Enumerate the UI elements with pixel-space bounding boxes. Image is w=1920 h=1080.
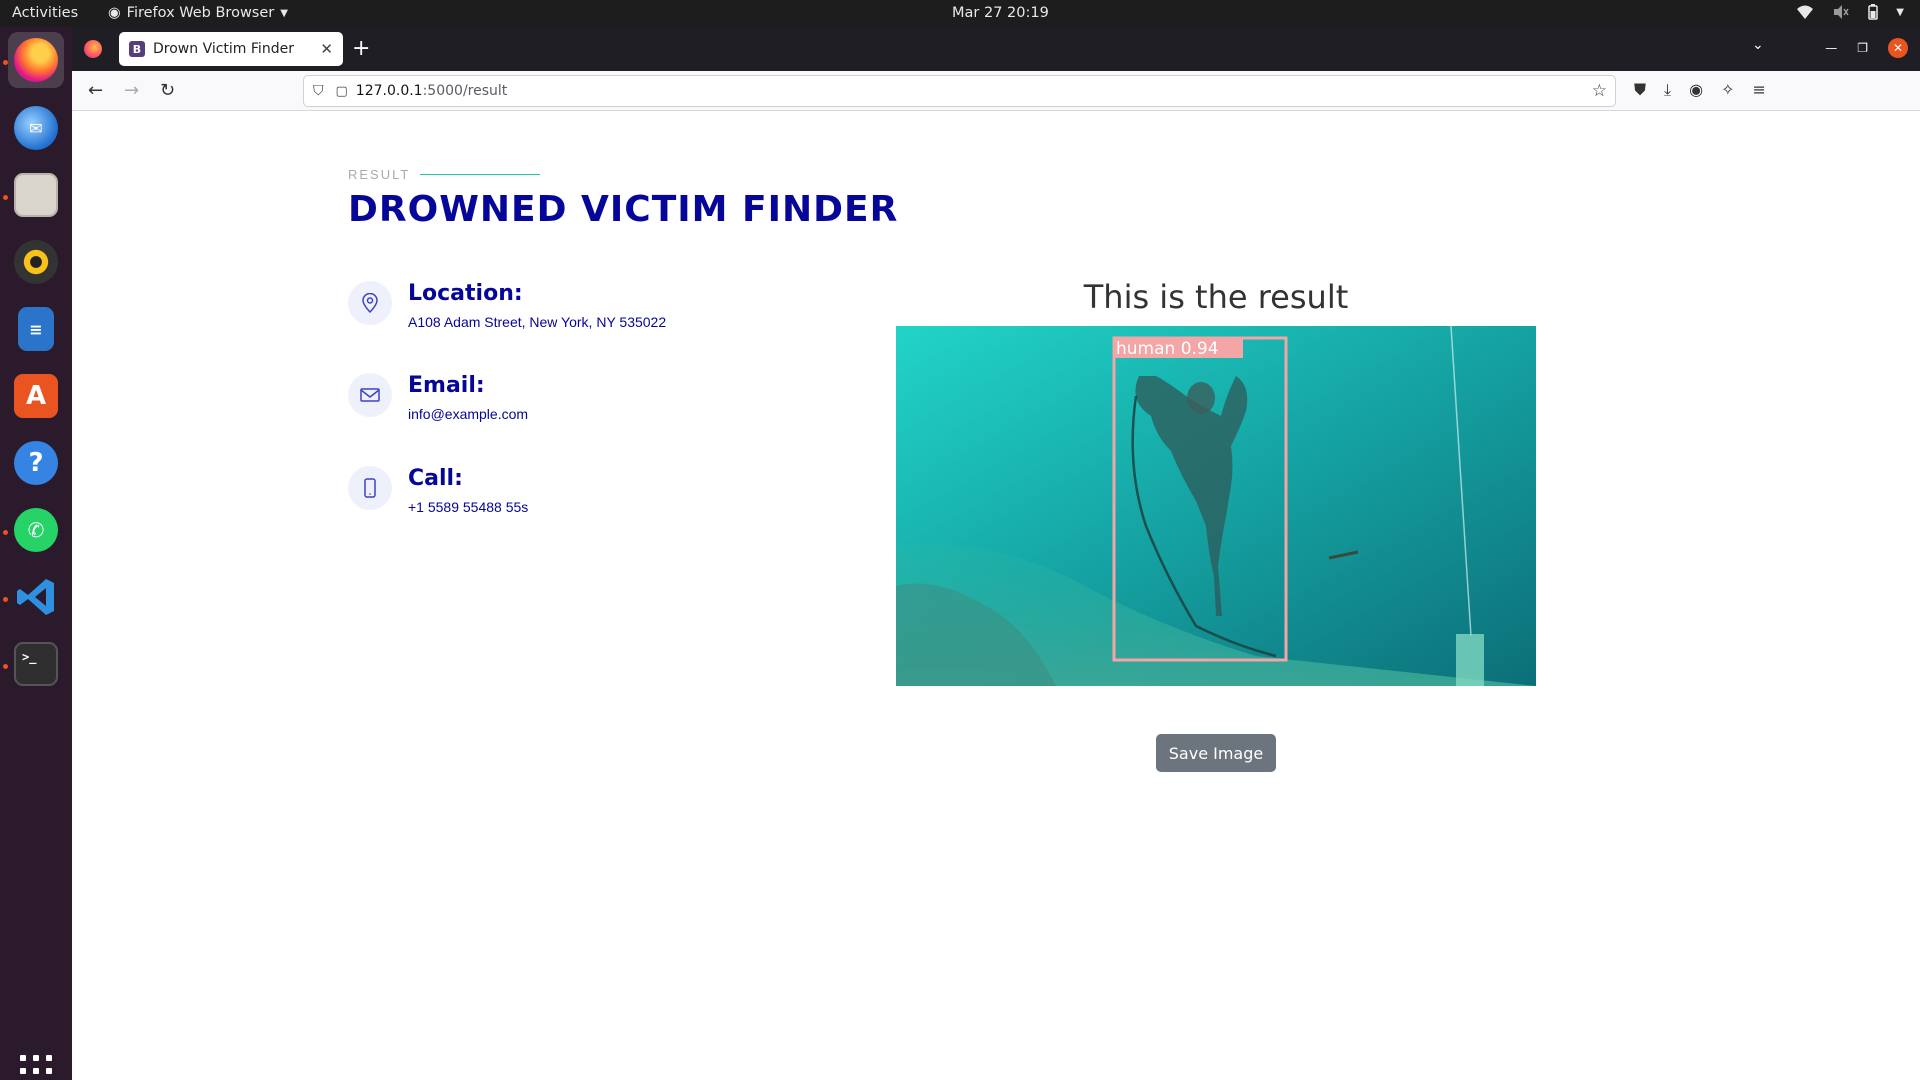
dock-app-center[interactable]: A bbox=[8, 368, 64, 424]
detection-label: human 0.94 bbox=[1116, 339, 1219, 359]
new-tab-plus-icon[interactable]: + bbox=[352, 36, 370, 61]
volume-muted-icon bbox=[1834, 5, 1849, 19]
email-title: Email: bbox=[408, 373, 485, 398]
reload-icon[interactable]: ↻ bbox=[160, 80, 175, 101]
phone-link[interactable]: +1 5589 55488 55s bbox=[408, 499, 528, 515]
email-link[interactable]: info@example.com bbox=[408, 406, 528, 422]
location-title: Location: bbox=[408, 281, 523, 306]
system-top-bar: Activities ◉ Firefox Web Browser ▼ Mar 2… bbox=[0, 0, 1920, 27]
vscode-icon bbox=[17, 579, 54, 615]
dock-vscode[interactable] bbox=[8, 569, 64, 625]
app-menu-label: Firefox Web Browser bbox=[126, 5, 275, 21]
extensions-puzzle-icon[interactable]: ✧ bbox=[1721, 80, 1734, 100]
firefox-icon bbox=[14, 38, 58, 82]
tab-title: Drown Victim Finder bbox=[153, 41, 294, 57]
running-indicator bbox=[3, 195, 8, 200]
terminal-icon: >_ bbox=[14, 642, 58, 686]
section-label-line bbox=[420, 174, 541, 175]
show-apps-grid-icon[interactable] bbox=[20, 1055, 52, 1080]
detection-result-image: human 0.94 bbox=[896, 326, 1536, 686]
hamburger-menu-icon[interactable]: ≡ bbox=[1752, 80, 1765, 100]
dock-firefox[interactable] bbox=[8, 32, 64, 88]
section-label-text: RESULT bbox=[348, 167, 411, 182]
forward-arrow-icon[interactable]: → bbox=[124, 80, 139, 101]
phone-icon bbox=[348, 466, 392, 510]
firefox-small-icon: ◉ bbox=[108, 5, 121, 21]
running-indicator bbox=[3, 530, 8, 535]
dock: ✉ ≡ A ? ✆ >_ bbox=[0, 27, 72, 1080]
browser-tab-bar: B Drown Victim Finder ✕ + ⌄ — ❐ ✕ bbox=[72, 27, 1920, 71]
downloads-icon[interactable]: ⤓ bbox=[1664, 80, 1671, 100]
whatsapp-icon: ✆ bbox=[14, 508, 58, 552]
toolbar-buttons: ⛊ ⤓ ◉ ✧ ≡ bbox=[1634, 80, 1766, 100]
app-menu[interactable]: ◉ Firefox Web Browser ▼ bbox=[108, 5, 288, 21]
system-menu-caret-icon: ▼ bbox=[1896, 6, 1904, 18]
tab-close-icon[interactable]: ✕ bbox=[320, 40, 333, 58]
tab-drown-victim-finder[interactable]: B Drown Victim Finder ✕ bbox=[119, 32, 343, 66]
browser-nav-bar: ← → ↻ ⛉ ▢ 127.0.0.1 :5000/result ☆ ⛊ ⤓ ◉… bbox=[72, 71, 1920, 111]
dock-writer[interactable]: ≡ bbox=[8, 301, 64, 357]
url-path: :5000/result bbox=[422, 83, 508, 99]
minimize-icon[interactable]: — bbox=[1825, 41, 1837, 55]
section-label: RESULT bbox=[348, 167, 541, 182]
save-image-button[interactable]: Save Image bbox=[1156, 734, 1276, 772]
dock-rhythmbox[interactable] bbox=[8, 234, 64, 290]
clock[interactable]: Mar 27 20:19 bbox=[952, 5, 1049, 21]
dock-help[interactable]: ? bbox=[8, 435, 64, 491]
location-text: A108 Adam Street, New York, NY 535022 bbox=[408, 314, 667, 330]
account-icon[interactable]: ◉ bbox=[1689, 80, 1703, 100]
url-host: 127.0.0.1 bbox=[355, 83, 423, 99]
thunderbird-icon: ✉ bbox=[14, 106, 58, 150]
system-tray[interactable]: ▼ bbox=[1796, 4, 1904, 20]
back-arrow-icon[interactable]: ← bbox=[88, 80, 103, 101]
wifi-icon bbox=[1797, 5, 1814, 19]
bookmark-star-icon[interactable]: ☆ bbox=[1592, 81, 1607, 101]
envelope-icon bbox=[348, 373, 392, 417]
pocket-icon[interactable]: ⛊ bbox=[1634, 80, 1646, 100]
restore-icon[interactable]: ❐ bbox=[1857, 41, 1868, 55]
result-heading: This is the result bbox=[1083, 278, 1349, 316]
libreoffice-writer-icon: ≡ bbox=[18, 307, 54, 351]
bootstrap-favicon-icon: B bbox=[129, 41, 145, 57]
map-pin-icon bbox=[348, 281, 392, 325]
call-title: Call: bbox=[408, 466, 463, 491]
dock-files[interactable] bbox=[8, 167, 64, 223]
dock-whatsapp[interactable]: ✆ bbox=[8, 502, 64, 558]
close-window-icon[interactable]: ✕ bbox=[1888, 38, 1908, 58]
running-indicator bbox=[3, 597, 8, 602]
running-indicator bbox=[3, 664, 8, 669]
tracking-shield-icon[interactable]: ⛉ bbox=[313, 83, 324, 99]
rhythmbox-icon bbox=[14, 240, 58, 284]
url-bar[interactable]: ⛉ ▢ 127.0.0.1 :5000/result ☆ bbox=[303, 75, 1616, 107]
page-content: RESULT DROWNED VICTIM FINDER Location: A… bbox=[72, 111, 1920, 1080]
dock-thunderbird[interactable]: ✉ bbox=[8, 100, 64, 156]
dock-terminal[interactable]: >_ bbox=[8, 636, 64, 692]
list-all-tabs-chevron-icon[interactable]: ⌄ bbox=[1752, 37, 1764, 53]
app-center-icon: A bbox=[14, 374, 58, 418]
battery-icon bbox=[1868, 4, 1879, 20]
running-indicator bbox=[3, 60, 8, 65]
caret-down-icon: ▼ bbox=[280, 7, 288, 19]
help-icon: ? bbox=[14, 441, 58, 485]
underwater-scene: human 0.94 bbox=[896, 326, 1536, 686]
files-icon bbox=[14, 173, 58, 217]
page-title: DROWNED VICTIM FINDER bbox=[348, 189, 899, 230]
activities-button[interactable]: Activities bbox=[12, 5, 78, 21]
window-controls: — ❐ ✕ bbox=[1825, 38, 1908, 58]
page-info-icon[interactable]: ▢ bbox=[336, 84, 348, 99]
firefox-view-icon[interactable] bbox=[84, 40, 102, 58]
